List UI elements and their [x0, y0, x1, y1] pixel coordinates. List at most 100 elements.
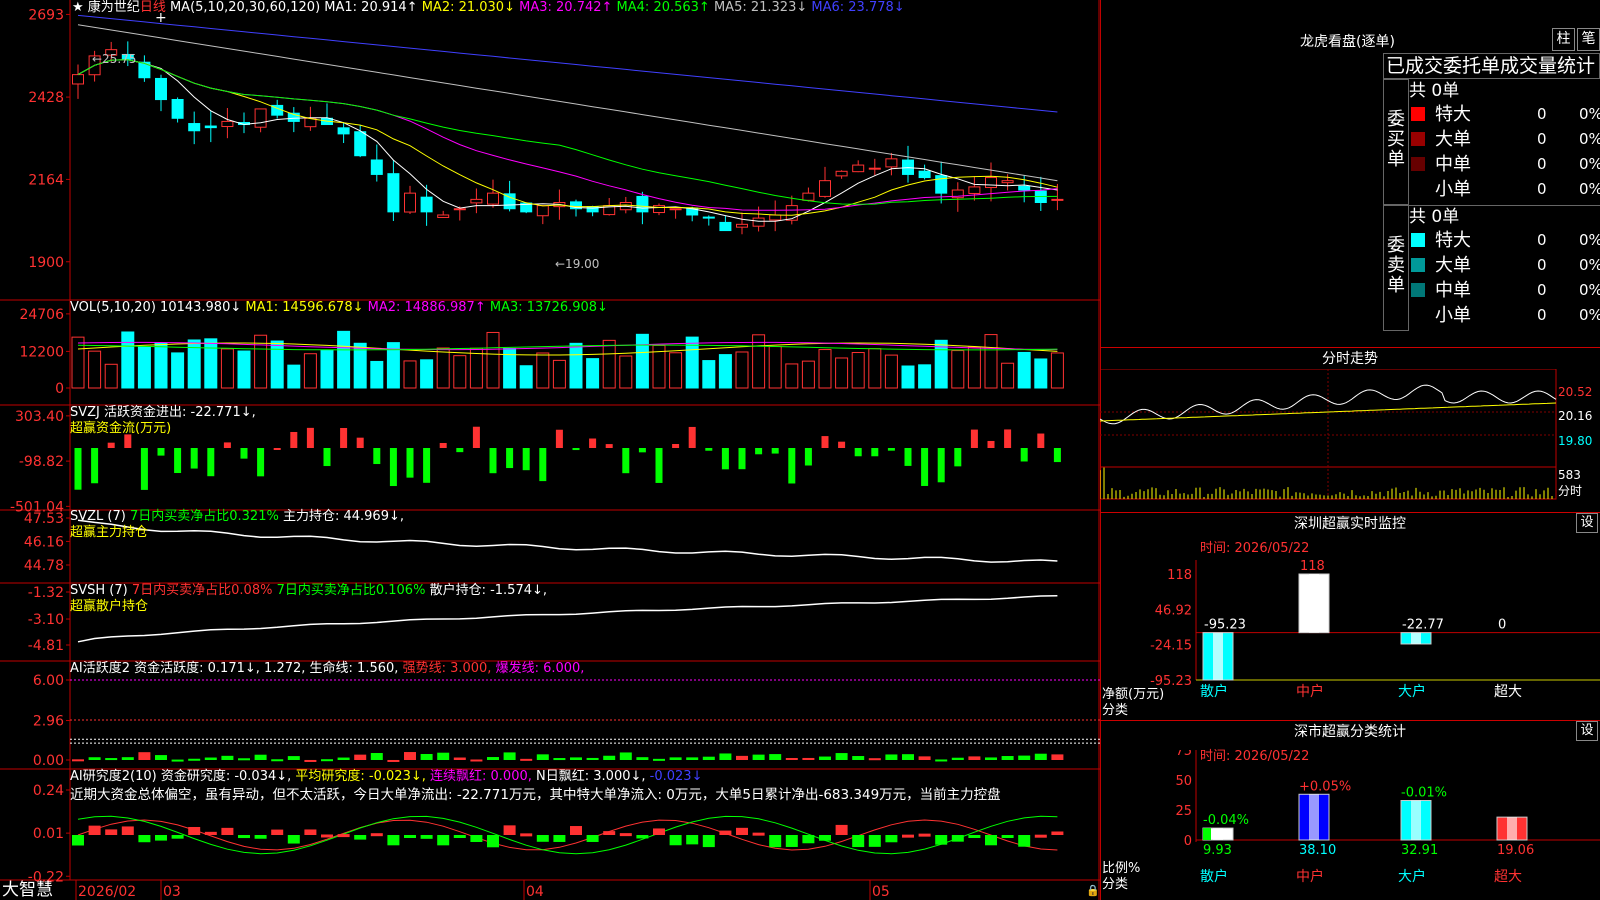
- flow-bar: [406, 448, 414, 478]
- vol-header: VOL(5,10,20) 10143.980↓ MA1: 14596.678↓ …: [70, 300, 608, 316]
- intraday-chart[interactable]: 20.52 20.16 19.80 583 分时: [1100, 369, 1600, 509]
- ma6-value: MA6: 23.778↓: [811, 0, 905, 15]
- ai-active-header: AI活跃度2 资金活跃度: 0.171↓, 1.272, 生命线: 1.560,…: [70, 661, 584, 677]
- buy-row-count: 0: [1537, 155, 1547, 173]
- y-tick-label: -1.32: [28, 585, 64, 601]
- flow-bar: [323, 448, 331, 467]
- volume-bar: [635, 333, 649, 389]
- buy-row-pct: 0%: [1579, 155, 1600, 173]
- monitor-y-tick: 46.92: [1155, 603, 1192, 618]
- classify-settings-button[interactable]: 设: [1576, 721, 1598, 741]
- svsh-title: SVSH (7): [70, 583, 128, 598]
- svzl-sub: 超赢主力持仓: [70, 525, 149, 540]
- buy-row: 大单 0 0%: [1409, 127, 1600, 152]
- active-bar: [653, 758, 665, 761]
- star-icon[interactable]: ★: [72, 0, 84, 15]
- research-bar: [271, 829, 284, 835]
- svsh-header: SVSH (7) 7日内买卖净占比0.08% 7日内买卖净占比0.106% 散户…: [70, 583, 547, 599]
- active-bar: [586, 757, 599, 760]
- candle-body: [702, 216, 715, 219]
- buy-row-name: 大单: [1435, 129, 1471, 150]
- volume-bar: [868, 348, 882, 389]
- volume-bar: [370, 360, 384, 389]
- candle-body: [204, 125, 217, 129]
- svsh-sub: 超赢散户持仓: [70, 599, 149, 614]
- research-bar: [769, 835, 782, 848]
- volume-bar: [104, 363, 118, 389]
- sell-row-name: 大单: [1435, 255, 1471, 276]
- flow-bar: [489, 448, 497, 474]
- monitor-value-label: 0: [1498, 618, 1506, 633]
- candle-body: [802, 192, 815, 201]
- main-chart-area[interactable]: 2693 2428 2164 1900 ←25.75 ←19.00 +24706 12200 0…: [0, 0, 1100, 900]
- active-bar: [1018, 755, 1031, 760]
- active-bar: [968, 756, 981, 760]
- ai-research-l5: -0.023↓: [649, 769, 703, 784]
- right-panel: 龙虎看盘(逐单) 柱 笔 已成交委托单成交量统计 委买单 共 0单 特大00%大…: [1100, 0, 1600, 900]
- y-tick-label: 1900: [28, 255, 64, 271]
- kline-chart-svg[interactable]: 2693242821641900←25.75←19.00+24706122000…: [0, 0, 1100, 900]
- buy-row: 特大 0 0%: [1409, 102, 1600, 127]
- flow-bar: [522, 448, 530, 471]
- flow-bar: [987, 440, 995, 448]
- classify-category-label: 超大: [1494, 869, 1522, 885]
- active-bar: [636, 757, 649, 760]
- vol-ma3: MA3: 13726.908↓: [489, 300, 608, 315]
- volume-bar: [536, 352, 550, 389]
- flow-bar: [257, 448, 265, 477]
- buy-color-box: [1411, 107, 1425, 121]
- flow-bar: [389, 448, 397, 487]
- candle-body: [769, 214, 782, 221]
- flow-bar: [356, 437, 364, 448]
- research-bar: [88, 825, 101, 835]
- flow-bar: [871, 448, 879, 457]
- volume-bar: [801, 360, 815, 389]
- buy-row-name: 特大: [1435, 104, 1471, 125]
- monitor-bar-highlight: [1309, 574, 1319, 633]
- volume-bar: [586, 358, 600, 389]
- flow-bar: [755, 448, 763, 455]
- research-bar: [902, 834, 914, 838]
- bar-mode-button[interactable]: 柱: [1552, 28, 1575, 51]
- lhb-title: 龙虎看盘(逐单): [1300, 34, 1395, 50]
- research-bar: [487, 835, 499, 848]
- monitor-settings-button[interactable]: 设: [1576, 513, 1598, 533]
- candle-body: [155, 77, 167, 101]
- research-bar: [354, 835, 367, 840]
- candle-body: [636, 195, 649, 213]
- lock-icon[interactable]: 🔒: [1086, 884, 1100, 897]
- active-bar: [437, 752, 450, 760]
- flow-bar: [622, 448, 630, 474]
- flow-bar: [605, 444, 613, 448]
- active-bar: [404, 752, 416, 760]
- candle-body: [968, 186, 981, 194]
- svzl-l2: 主力持仓: 44.969↓,: [282, 509, 404, 524]
- buy-row-name: 中单: [1435, 154, 1471, 175]
- flow-bar: [655, 448, 663, 483]
- active-bar: [536, 754, 549, 760]
- buy-row-count: 0: [1537, 180, 1547, 198]
- y-tick-label: 2164: [28, 172, 64, 188]
- flow-bar: [1037, 433, 1045, 448]
- volume-bar: [901, 365, 915, 389]
- active-bar: [985, 757, 997, 760]
- period-label[interactable]: 日线: [140, 0, 166, 15]
- active-bar: [935, 759, 948, 762]
- classify-bar-highlight: [1309, 794, 1319, 840]
- monitor-cat-label: 分类: [1102, 703, 1129, 718]
- ma-line: [77, 14, 1058, 113]
- sell-row-pct: 0%: [1579, 231, 1600, 249]
- volume-bar: [303, 353, 317, 389]
- price-tick: 19.80: [1558, 434, 1592, 448]
- volume-bar: [237, 350, 251, 389]
- active-bar: [1051, 754, 1064, 760]
- research-bar: [503, 825, 516, 835]
- sell-row-count: 0: [1537, 281, 1547, 299]
- tick-mode-button[interactable]: 笔: [1577, 28, 1600, 51]
- research-bar: [570, 826, 582, 835]
- candle-body: [470, 198, 483, 204]
- research-bar: [72, 835, 84, 846]
- app-logo[interactable]: 大智慧: [0, 880, 70, 900]
- active-bar: [238, 758, 250, 761]
- candle-body: [835, 170, 848, 177]
